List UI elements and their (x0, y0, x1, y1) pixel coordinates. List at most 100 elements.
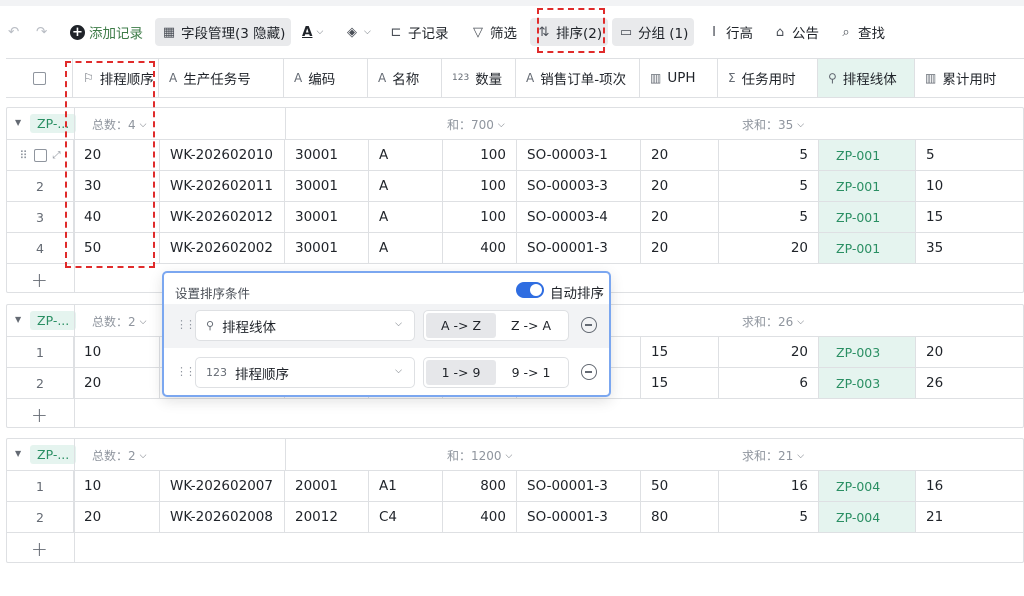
collapse-caret-icon[interactable]: ▼ (15, 315, 21, 324)
cell-name[interactable]: A (369, 233, 443, 263)
cell-time[interactable]: 5 (719, 202, 819, 232)
cell-code[interactable]: 30001 (285, 140, 369, 170)
plus-icon[interactable]: + (31, 268, 48, 292)
cell-line[interactable]: ZP-003 (819, 368, 916, 398)
cell-line[interactable]: ZP-001 (819, 202, 916, 232)
group-sum-time[interactable]: 求和：35 ⌵ (742, 116, 804, 133)
undo-button[interactable]: ↶ (2, 18, 25, 46)
group-count[interactable]: 总数：2 ⌵ (92, 313, 146, 330)
plus-icon[interactable]: + (31, 537, 48, 561)
column-header-so[interactable]: A 销售订单-项次 (516, 59, 640, 97)
column-header-qty[interactable]: 123 数量 (442, 59, 516, 97)
remove-condition-icon[interactable] (581, 317, 597, 333)
add-row[interactable]: + (7, 533, 1023, 563)
cell-code[interactable]: 20012 (285, 502, 369, 532)
cell-line[interactable]: ZP-001 (819, 140, 916, 170)
cell-seq[interactable]: 20 (74, 368, 160, 398)
redo-button[interactable]: ↷ (30, 18, 53, 46)
add-row[interactable]: + (7, 399, 1023, 429)
cell-task[interactable]: WK-202602012 (160, 202, 285, 232)
cell-uph[interactable]: 15 (641, 337, 719, 367)
cell-time[interactable]: 20 (719, 233, 819, 263)
group-sum-qty[interactable]: 和：1200 ⌵ (447, 447, 512, 464)
cell-task[interactable]: WK-202602002 (160, 233, 285, 263)
collapse-caret-icon[interactable]: ▼ (15, 118, 21, 127)
table-row[interactable]: 4 50 WK-202602002 30001 A 400 SO-00001-3… (7, 233, 1023, 264)
cell-task[interactable]: WK-202602008 (160, 502, 285, 532)
auto-sort-toggle[interactable] (516, 282, 544, 298)
filter-button[interactable]: ▽ 筛选 (464, 18, 523, 46)
cell-qty[interactable]: 400 (443, 233, 517, 263)
table-row[interactable]: 2 20 WK-202602008 20012 C4 400 SO-00001-… (7, 502, 1023, 533)
column-header-cum[interactable]: ▥ 累计用时 (915, 59, 1024, 97)
fill-color-button[interactable]: ◈ ⌵ (338, 18, 377, 46)
cell-so[interactable]: SO-00003-4 (517, 202, 641, 232)
cell-qty[interactable]: 400 (443, 502, 517, 532)
sort-field-select[interactable]: ⚲ 排程线体 ⌵ (195, 310, 415, 341)
cell-name[interactable]: A (369, 140, 443, 170)
table-row[interactable]: ⠿ ⤢ 20 WK-202602010 30001 A 100 SO-00003… (7, 140, 1023, 171)
announcement-button[interactable]: ⌂ 公告 (766, 18, 825, 46)
drag-handle-icon[interactable]: ⋮⋮ (176, 318, 196, 331)
row-height-button[interactable]: Ⅰ 行高 (700, 18, 759, 46)
select-all-checkbox[interactable] (32, 71, 46, 85)
cell-cum[interactable]: 5 (916, 140, 1023, 170)
group-sum-qty[interactable]: 和：700 ⌵ (447, 116, 505, 133)
cell-uph[interactable]: 20 (641, 202, 719, 232)
column-header-time[interactable]: Σ 任务用时 (718, 59, 818, 97)
cell-name[interactable]: A1 (369, 471, 443, 501)
collapse-caret-icon[interactable]: ▼ (15, 449, 21, 458)
cell-uph[interactable]: 15 (641, 368, 719, 398)
field-manage-button[interactable]: ▦ 字段管理(3 隐藏) (155, 18, 292, 46)
sort-asc-option[interactable]: 1 -> 9 (426, 360, 496, 385)
cell-line[interactable]: ZP-004 (819, 502, 916, 532)
cell-cum[interactable]: 26 (916, 368, 1023, 398)
column-header-name[interactable]: A 名称 (368, 59, 442, 97)
plus-icon[interactable]: + (31, 403, 48, 427)
sort-asc-option[interactable]: A -> Z (426, 313, 496, 338)
cell-uph[interactable]: 20 (641, 233, 719, 263)
cell-line[interactable]: ZP-001 (819, 233, 916, 263)
drag-handle-icon[interactable]: ⋮⋮ (176, 365, 196, 378)
cell-qty[interactable]: 100 (443, 140, 517, 170)
cell-qty[interactable]: 800 (443, 471, 517, 501)
expand-icon[interactable]: ⤢ (53, 150, 61, 161)
add-record-button[interactable]: + 添加记录 (64, 18, 149, 46)
cell-name[interactable]: A (369, 171, 443, 201)
cell-uph[interactable]: 20 (641, 140, 719, 170)
search-button[interactable]: ⌕ 查找 (832, 18, 891, 46)
table-row[interactable]: 1 10 WK-202602007 20001 A1 800 SO-00001-… (7, 471, 1023, 502)
cell-seq[interactable]: 20 (74, 502, 160, 532)
column-header-uph[interactable]: ▥ UPH (640, 59, 718, 97)
cell-time[interactable]: 16 (719, 471, 819, 501)
cell-qty[interactable]: 100 (443, 171, 517, 201)
sort-desc-option[interactable]: 9 -> 1 (496, 360, 566, 385)
table-row[interactable]: 3 40 WK-202602012 30001 A 100 SO-00003-4… (7, 202, 1023, 233)
cell-line[interactable]: ZP-004 (819, 471, 916, 501)
cell-time[interactable]: 5 (719, 502, 819, 532)
cell-seq[interactable]: 10 (74, 337, 160, 367)
cell-time[interactable]: 5 (719, 140, 819, 170)
cell-so[interactable]: SO-00001-3 (517, 502, 641, 532)
cell-cum[interactable]: 15 (916, 202, 1023, 232)
child-record-button[interactable]: ⊏ 子记录 (382, 18, 455, 46)
cell-code[interactable]: 30001 (285, 171, 369, 201)
cell-cum[interactable]: 16 (916, 471, 1023, 501)
cell-so[interactable]: SO-00003-3 (517, 171, 641, 201)
cell-cum[interactable]: 10 (916, 171, 1023, 201)
cell-so[interactable]: SO-00001-3 (517, 471, 641, 501)
row-handle[interactable]: ⠿ ⤢ (7, 140, 74, 170)
cell-uph[interactable]: 20 (641, 171, 719, 201)
cell-name[interactable]: C4 (369, 502, 443, 532)
cell-so[interactable]: SO-00001-3 (517, 233, 641, 263)
cell-time[interactable]: 6 (719, 368, 819, 398)
cell-code[interactable]: 30001 (285, 202, 369, 232)
cell-uph[interactable]: 80 (641, 502, 719, 532)
cell-time[interactable]: 20 (719, 337, 819, 367)
select-all-cell[interactable] (6, 59, 73, 97)
cell-task[interactable]: WK-202602007 (160, 471, 285, 501)
cell-task[interactable]: WK-202602011 (160, 171, 285, 201)
cell-seq[interactable]: 10 (74, 471, 160, 501)
group-sum-time[interactable]: 求和：26 ⌵ (742, 313, 804, 330)
text-color-button[interactable]: A ⌵ (296, 18, 329, 46)
